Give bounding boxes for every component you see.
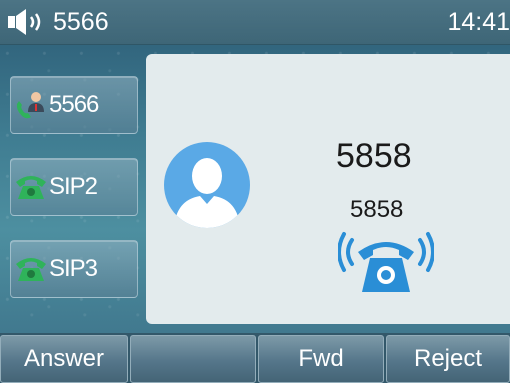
line-key-label: SIP2: [49, 173, 98, 200]
incoming-call-panel: 5858 5858: [146, 54, 510, 324]
status-time: 14:41: [447, 8, 510, 36]
line-key-label: SIP3: [49, 255, 98, 282]
status-account: 5566: [53, 8, 109, 36]
phone-icon: [16, 258, 46, 281]
phone-icon: [16, 176, 46, 199]
caller-name: 5858: [336, 137, 412, 175]
line-key-sip3[interactable]: SIP3: [10, 240, 138, 298]
ringing-phone-icon: [338, 232, 434, 292]
caller-number: 5858: [350, 196, 404, 223]
line-key-sip2[interactable]: SIP2: [10, 158, 138, 216]
empty-softkey[interactable]: [130, 335, 256, 383]
line-key-5566[interactable]: 5566: [10, 76, 138, 134]
answer-button[interactable]: Answer: [0, 335, 128, 383]
reject-button[interactable]: Reject: [386, 335, 510, 383]
line-key-label: 5566: [49, 91, 99, 118]
status-bar: 5566 14:41: [0, 0, 510, 45]
forward-button[interactable]: Fwd: [258, 335, 384, 383]
registered-user-phone-icon: [16, 92, 44, 119]
speaker-icon: [8, 9, 41, 35]
contact-avatar-icon: [164, 142, 250, 228]
